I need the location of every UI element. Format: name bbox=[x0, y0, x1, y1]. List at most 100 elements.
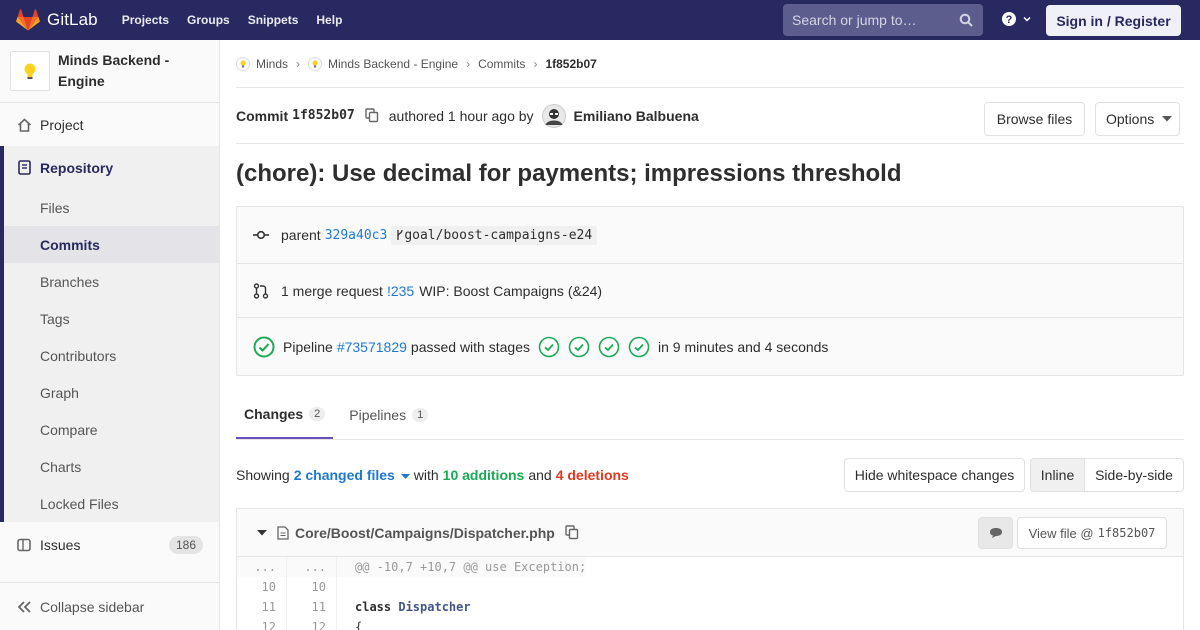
view-file-label: View file @ bbox=[1028, 525, 1094, 541]
pipeline-link[interactable]: #73571829 bbox=[337, 339, 407, 355]
stage-passed-icon[interactable] bbox=[538, 336, 560, 358]
stage-passed-icon[interactable] bbox=[628, 336, 650, 358]
sidebar-item-branches[interactable]: Branches bbox=[4, 263, 219, 300]
parent-row: parent 329a40c3 goal/boost-campaigns-e24 bbox=[237, 207, 1183, 264]
sidebar-item-repository[interactable]: Repository bbox=[4, 146, 219, 189]
nav-snippets[interactable]: Snippets bbox=[248, 13, 299, 27]
issues-icon bbox=[17, 538, 31, 552]
diff-file-header: Core/Boost/Campaigns/Dispatcher.php View… bbox=[237, 509, 1183, 557]
tab-changes-label: Changes bbox=[244, 406, 304, 422]
branch-icon bbox=[397, 229, 403, 240]
sidebar-item-label: Issues bbox=[40, 537, 81, 553]
main-content: Minds › Minds Backend - Engine › Commits… bbox=[236, 40, 1184, 630]
collapse-caret-icon[interactable] bbox=[257, 529, 267, 536]
diff-line: 12 12 { bbox=[237, 617, 1183, 630]
breadcrumb-separator-icon: › bbox=[533, 56, 538, 71]
stage-passed-icon[interactable] bbox=[568, 336, 590, 358]
sidebar-item-commits[interactable]: Commits bbox=[4, 226, 219, 263]
breadcrumb-item-commits[interactable]: Commits bbox=[478, 57, 525, 71]
branch-ref-chip[interactable]: goal/boost-campaigns-e24 bbox=[391, 225, 598, 245]
diff-code bbox=[337, 577, 355, 597]
author-name[interactable]: Emiliano Balbuena bbox=[574, 108, 699, 124]
new-line-number[interactable]: 11 bbox=[287, 597, 337, 617]
toggle-comments-button[interactable] bbox=[978, 517, 1013, 549]
search-box[interactable] bbox=[783, 4, 983, 36]
project-name: Minds Backend - Engine bbox=[58, 52, 170, 89]
old-line-number[interactable]: ... bbox=[237, 557, 287, 577]
pipeline-duration: in 9 minutes and 4 seconds bbox=[657, 338, 829, 355]
stage-passed-icon[interactable] bbox=[598, 336, 620, 358]
merge-request-title: WIP: Boost Campaigns (&24) bbox=[419, 282, 603, 299]
author-avatar[interactable] bbox=[541, 103, 566, 128]
sidebar-item-files[interactable]: Files bbox=[4, 189, 219, 226]
inline-view-button[interactable]: Inline bbox=[1030, 458, 1085, 492]
nav-help[interactable]: Help bbox=[316, 13, 342, 27]
tab-pipelines-label: Pipelines bbox=[349, 407, 407, 423]
pipeline-status-text: passed with stages bbox=[410, 338, 530, 355]
search-input[interactable] bbox=[792, 12, 952, 28]
hide-whitespace-button[interactable]: Hide whitespace changes bbox=[844, 458, 1025, 492]
diff-stats-bar: Showing 2 changed files with 10 addition… bbox=[236, 440, 1184, 510]
copy-path-icon[interactable] bbox=[565, 525, 579, 540]
group-avatar-icon bbox=[236, 56, 250, 71]
sidebar-item-tags[interactable]: Tags bbox=[4, 300, 219, 337]
old-line-number[interactable]: 11 bbox=[237, 597, 287, 617]
collapse-sidebar-button[interactable]: Collapse sidebar bbox=[0, 582, 219, 630]
old-line-number[interactable]: 10 bbox=[237, 577, 287, 597]
new-line-number[interactable]: ... bbox=[287, 557, 337, 577]
side-by-side-button[interactable]: Side-by-side bbox=[1085, 458, 1184, 492]
tab-changes[interactable]: Changes 2 bbox=[236, 391, 334, 439]
browse-files-button[interactable]: Browse files bbox=[984, 102, 1085, 136]
changed-files-dropdown[interactable]: 2 changed files bbox=[294, 467, 410, 483]
copy-sha-icon[interactable] bbox=[365, 108, 379, 123]
top-navbar: GitLab Projects Groups Snippets Help ? S… bbox=[0, 0, 1200, 40]
new-line-number[interactable]: 10 bbox=[287, 577, 337, 597]
sidebar-item-issues[interactable]: Issues 186 bbox=[0, 522, 219, 568]
project-avatar-icon bbox=[308, 56, 323, 71]
gitlab-logo[interactable]: GitLab bbox=[16, 0, 98, 40]
changed-files-label: 2 changed files bbox=[293, 467, 395, 483]
deletions-count: 4 deletions bbox=[555, 467, 629, 483]
sidebar-item-graph[interactable]: Graph bbox=[4, 374, 219, 411]
breadcrumb-current[interactable]: 1f852b07 bbox=[545, 57, 596, 71]
tab-pipelines-count: 1 bbox=[412, 408, 429, 422]
help-dropdown[interactable]: ? bbox=[1001, 11, 1033, 27]
code-keyword: class bbox=[355, 600, 392, 614]
tab-changes-count: 2 bbox=[309, 407, 326, 421]
sidebar-item-charts[interactable]: Charts bbox=[4, 448, 219, 485]
nav-groups[interactable]: Groups bbox=[187, 13, 230, 27]
merge-request-count: 1 merge request bbox=[281, 282, 383, 299]
sign-in-button[interactable]: Sign in / Register bbox=[1046, 5, 1181, 36]
nav-projects[interactable]: Projects bbox=[122, 13, 169, 27]
pipeline-stages bbox=[538, 336, 658, 358]
sidebar-item-project[interactable]: Project bbox=[0, 103, 219, 146]
diff-hunk-line: ... ... @@ -10,7 +10,7 @@ use Exception; bbox=[237, 557, 1183, 577]
file-path[interactable]: Core/Boost/Campaigns/Dispatcher.php bbox=[295, 525, 555, 541]
options-dropdown[interactable]: Options bbox=[1095, 102, 1180, 136]
question-icon: ? bbox=[1002, 12, 1016, 26]
new-line-number[interactable]: 12 bbox=[287, 617, 337, 630]
options-label: Options bbox=[1106, 111, 1155, 127]
project-header[interactable]: Minds Backend - Engine bbox=[0, 40, 219, 103]
breadcrumb-item-project[interactable]: Minds Backend - Engine bbox=[328, 57, 458, 71]
old-line-number[interactable]: 12 bbox=[237, 617, 287, 630]
authored-text: authored 1 hour ago by bbox=[388, 107, 534, 124]
diff-code: { bbox=[355, 620, 363, 630]
sidebar-item-compare[interactable]: Compare bbox=[4, 411, 219, 448]
parent-sha-link[interactable]: 329a40c3 bbox=[325, 228, 388, 243]
diff-line: 10 10 bbox=[237, 577, 1183, 597]
diff-body: ... ... @@ -10,7 +10,7 @@ use Exception;… bbox=[237, 557, 1183, 630]
diff-line: 11 11 class Dispatcher bbox=[237, 597, 1183, 617]
commit-label: Commit bbox=[236, 107, 289, 124]
breadcrumb-item-minds[interactable]: Minds bbox=[256, 57, 288, 71]
view-file-button[interactable]: View file @ 1f852b07 bbox=[1017, 517, 1167, 549]
issues-count-badge: 186 bbox=[168, 536, 203, 554]
nav-links: Projects Groups Snippets Help bbox=[122, 13, 361, 27]
merge-request-link[interactable]: !235 bbox=[387, 283, 414, 299]
lightbulb-icon bbox=[24, 63, 36, 79]
sidebar-item-contributors[interactable]: Contributors bbox=[4, 337, 219, 374]
commit-title: (chore): Use decimal for payments; impre… bbox=[236, 160, 902, 187]
tab-pipelines[interactable]: Pipelines 1 bbox=[341, 391, 436, 439]
sidebar-item-locked-files[interactable]: Locked Files bbox=[4, 485, 219, 522]
pipeline-passed-icon[interactable] bbox=[253, 336, 275, 358]
